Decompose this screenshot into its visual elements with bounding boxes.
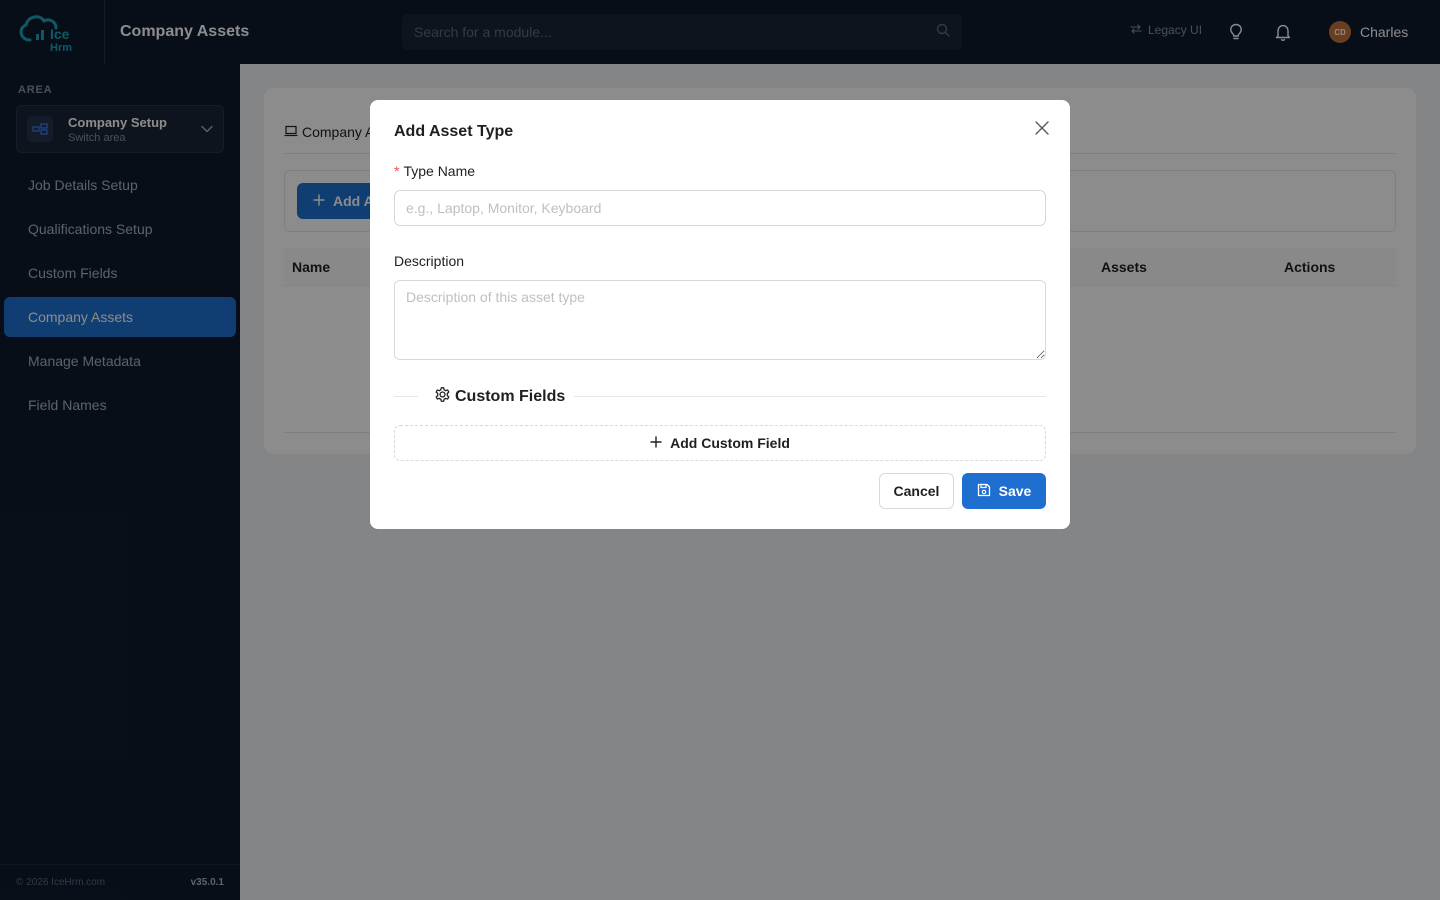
custom-fields-heading: Custom Fields	[434, 386, 565, 408]
close-icon[interactable]	[1032, 118, 1052, 138]
plus-icon	[650, 435, 662, 451]
required-mark: *	[394, 163, 400, 179]
type-name-input[interactable]	[394, 190, 1046, 226]
divider-line-left	[394, 396, 418, 397]
save-icon	[977, 483, 991, 500]
gear-icon	[434, 386, 451, 408]
type-name-label: * Type Name	[394, 163, 475, 179]
description-textarea[interactable]	[394, 280, 1046, 360]
save-label: Save	[998, 483, 1032, 499]
save-button[interactable]: Save	[962, 473, 1046, 509]
custom-fields-heading-text: Custom Fields	[455, 388, 566, 405]
description-label: Description	[394, 253, 465, 269]
type-name-label-text: Type Name	[403, 163, 476, 179]
add-custom-field-button[interactable]: Add Custom Field	[394, 425, 1046, 461]
modal-title: Add Asset Type	[394, 123, 514, 140]
custom-fields-divider: Custom Fields	[394, 384, 1046, 408]
add-custom-field-label: Add Custom Field	[670, 435, 790, 451]
cancel-button[interactable]: Cancel	[879, 473, 954, 509]
add-asset-type-modal: Add Asset Type *Type Name Description Cu…	[370, 100, 1070, 529]
divider-line-right	[574, 396, 1046, 397]
